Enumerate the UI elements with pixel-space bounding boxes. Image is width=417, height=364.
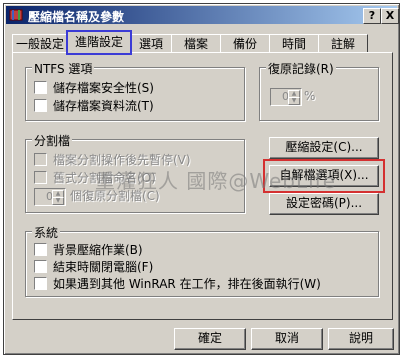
old-naming-checkbox[interactable]: 舊式分割檔命名(O) — [34, 170, 156, 186]
recovery-record-group: 復原記錄(R) 0 ▲ ▼ % — [259, 60, 379, 121]
recovery-percent-spinner[interactable]: 0 ▲ ▼ — [270, 88, 302, 106]
tab-time[interactable]: 時間 — [269, 34, 319, 53]
old-naming-label: 舊式分割檔命名(O) — [53, 171, 156, 185]
title-bar: 壓縮檔名稱及參數 ? X — [6, 6, 399, 24]
background-archiving-label: 背景壓縮作業(B) — [53, 243, 143, 257]
cancel-button[interactable]: 取消 — [251, 328, 323, 350]
checkbox-box[interactable] — [34, 81, 47, 94]
tab-comment[interactable]: 註解 — [318, 34, 368, 53]
save-security-label: 儲存檔案安全性(S) — [53, 81, 154, 95]
save-security-checkbox[interactable]: 儲存檔案安全性(S) — [34, 80, 154, 96]
tab-options[interactable]: 選項 — [130, 34, 172, 53]
ntfs-group-title: NTFS 選項 — [32, 60, 95, 77]
help-title-button[interactable]: ? — [363, 8, 381, 24]
tab-panel: NTFS 選項 儲存檔案安全性(S) 儲存檔案資料流(T) 復原記錄(R) 0 … — [12, 52, 393, 320]
checkbox-box[interactable] — [34, 153, 47, 166]
checkbox-box[interactable] — [34, 171, 47, 184]
winrar-app-icon — [9, 9, 23, 21]
recovery-unit: % — [304, 89, 316, 103]
split-group-title: 分割檔 — [32, 132, 73, 149]
dialog-window: 壓縮檔名稱及參數 ? X 一般設定 進階設定 選項 檔案 備份 時間 註解 NT… — [3, 3, 400, 355]
wait-other-winrar-checkbox[interactable]: 如果遇到其他 WinRAR 在工作，排在後面執行(W) — [34, 276, 321, 292]
close-title-button[interactable]: X — [381, 8, 399, 24]
save-streams-checkbox[interactable]: 儲存檔案資料流(T) — [34, 98, 154, 114]
pause-after-volume-label: 檔案分割操作後先暫停(V) — [53, 153, 191, 167]
checkbox-box[interactable] — [34, 277, 47, 290]
save-streams-label: 儲存檔案資料流(T) — [53, 99, 154, 113]
checkbox-box[interactable] — [34, 243, 47, 256]
window-title: 壓縮檔名稱及參數 — [28, 10, 125, 24]
tab-advanced[interactable]: 進階設定 — [66, 30, 132, 55]
pause-after-volume-checkbox[interactable]: 檔案分割操作後先暫停(V) — [34, 152, 191, 168]
compression-settings-button[interactable]: 壓縮設定(C)... — [269, 137, 379, 159]
set-password-button[interactable]: 設定密碼(P)... — [269, 193, 379, 215]
ntfs-options-group: NTFS 選項 儲存檔案安全性(S) 儲存檔案資料流(T) — [25, 60, 245, 121]
background-archiving-checkbox[interactable]: 背景壓縮作業(B) — [34, 242, 143, 258]
tab-backup[interactable]: 備份 — [220, 34, 270, 53]
tab-files[interactable]: 檔案 — [171, 34, 221, 53]
spin-down-icon[interactable]: ▼ — [52, 197, 64, 205]
shutdown-when-done-label: 結束時關閉電腦(F) — [53, 260, 154, 274]
recovery-value: 0 — [282, 90, 289, 103]
help-button[interactable]: 說明 — [328, 328, 394, 350]
checkbox-box[interactable] — [34, 260, 47, 273]
split-volumes-group: 分割檔 檔案分割操作後先暫停(V) 舊式分割檔命名(O) 0 ▲ ▼ 個復原分割… — [25, 132, 245, 213]
recovery-group-title: 復原記錄(R) — [266, 60, 336, 77]
wait-other-winrar-label: 如果遇到其他 WinRAR 在工作，排在後面執行(W) — [53, 277, 321, 291]
system-group-title: 系統 — [32, 224, 61, 241]
system-group: 系統 背景壓縮作業(B) 結束時關閉電腦(F) 如果遇到其他 WinRAR 在工… — [25, 224, 379, 297]
recovery-volumes-label: 個復原分割檔(C) — [70, 189, 160, 203]
spin-down-icon[interactable]: ▼ — [288, 97, 300, 105]
shutdown-when-done-checkbox[interactable]: 結束時關閉電腦(F) — [34, 259, 153, 275]
checkbox-box[interactable] — [34, 99, 47, 112]
ok-button[interactable]: 確定 — [174, 328, 246, 350]
recovery-volumes-value: 0 — [46, 190, 53, 203]
tab-general[interactable]: 一般設定 — [12, 34, 68, 53]
recovery-volumes-spinner[interactable]: 0 ▲ ▼ — [34, 188, 66, 206]
highlight-frame — [263, 159, 385, 193]
